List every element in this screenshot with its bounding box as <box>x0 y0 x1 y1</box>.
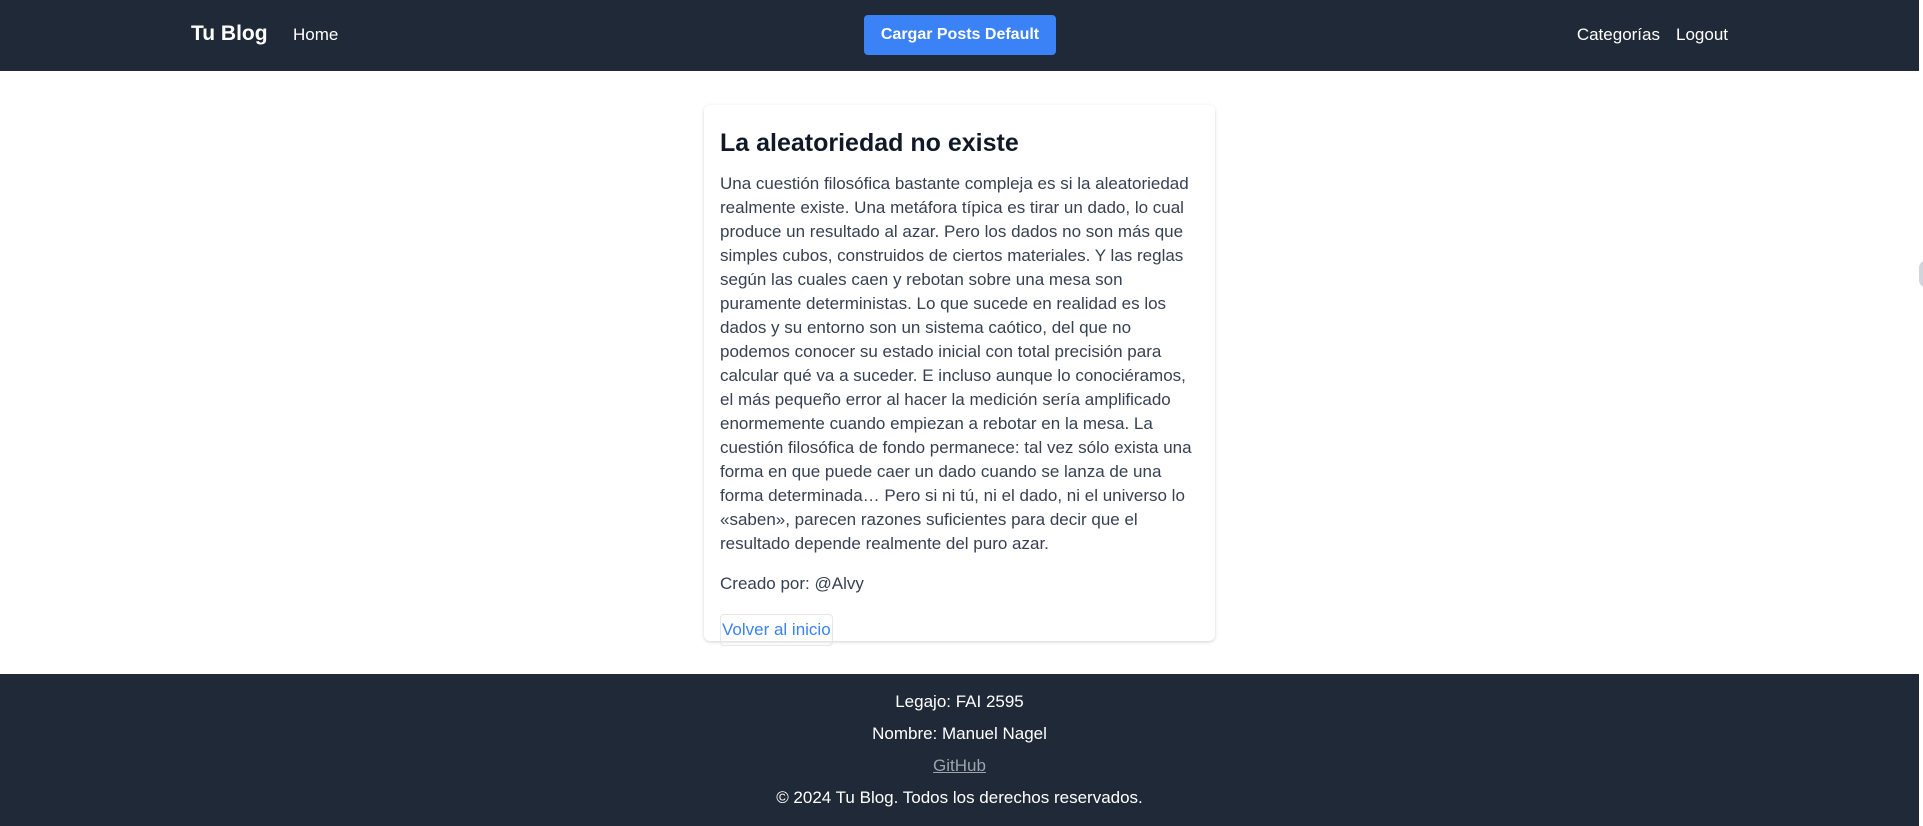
post-card: La aleatoriedad no existe Una cuestión f… <box>704 105 1215 646</box>
github-link[interactable]: GitHub <box>933 756 986 775</box>
site-footer: Legajo: FAI 2595 Nombre: Manuel Nagel Gi… <box>0 674 1919 826</box>
nav-categories-link[interactable]: Categorías <box>1577 25 1660 45</box>
page: Tu Blog Home Cargar Posts Default Catego… <box>0 0 1923 826</box>
footer-nombre: Nombre: Manuel Nagel <box>872 724 1047 743</box>
load-default-posts-button[interactable]: Cargar Posts Default <box>864 15 1056 55</box>
nav-home-link[interactable]: Home <box>293 25 338 45</box>
back-to-home-link[interactable]: Volver al inicio <box>720 614 833 646</box>
brand-logo[interactable]: Tu Blog <box>191 22 268 46</box>
nav-right-links: Categorías Logout <box>1577 25 1728 45</box>
post-body: Una cuestión filosófica bastante complej… <box>720 174 1192 553</box>
edge-handle[interactable] <box>1919 260 1923 288</box>
footer-legajo: Legajo: FAI 2595 <box>895 692 1024 711</box>
post-author: Creado por: @Alvy <box>720 574 864 593</box>
footer-copyright: © 2024 Tu Blog. Todos los derechos reser… <box>776 788 1143 807</box>
logout-link[interactable]: Logout <box>1676 25 1728 45</box>
footer-github-row: GitHub <box>0 756 1919 776</box>
post-title: La aleatoriedad no existe <box>720 129 1019 157</box>
top-navbar: Tu Blog Home Cargar Posts Default Catego… <box>0 0 1919 71</box>
